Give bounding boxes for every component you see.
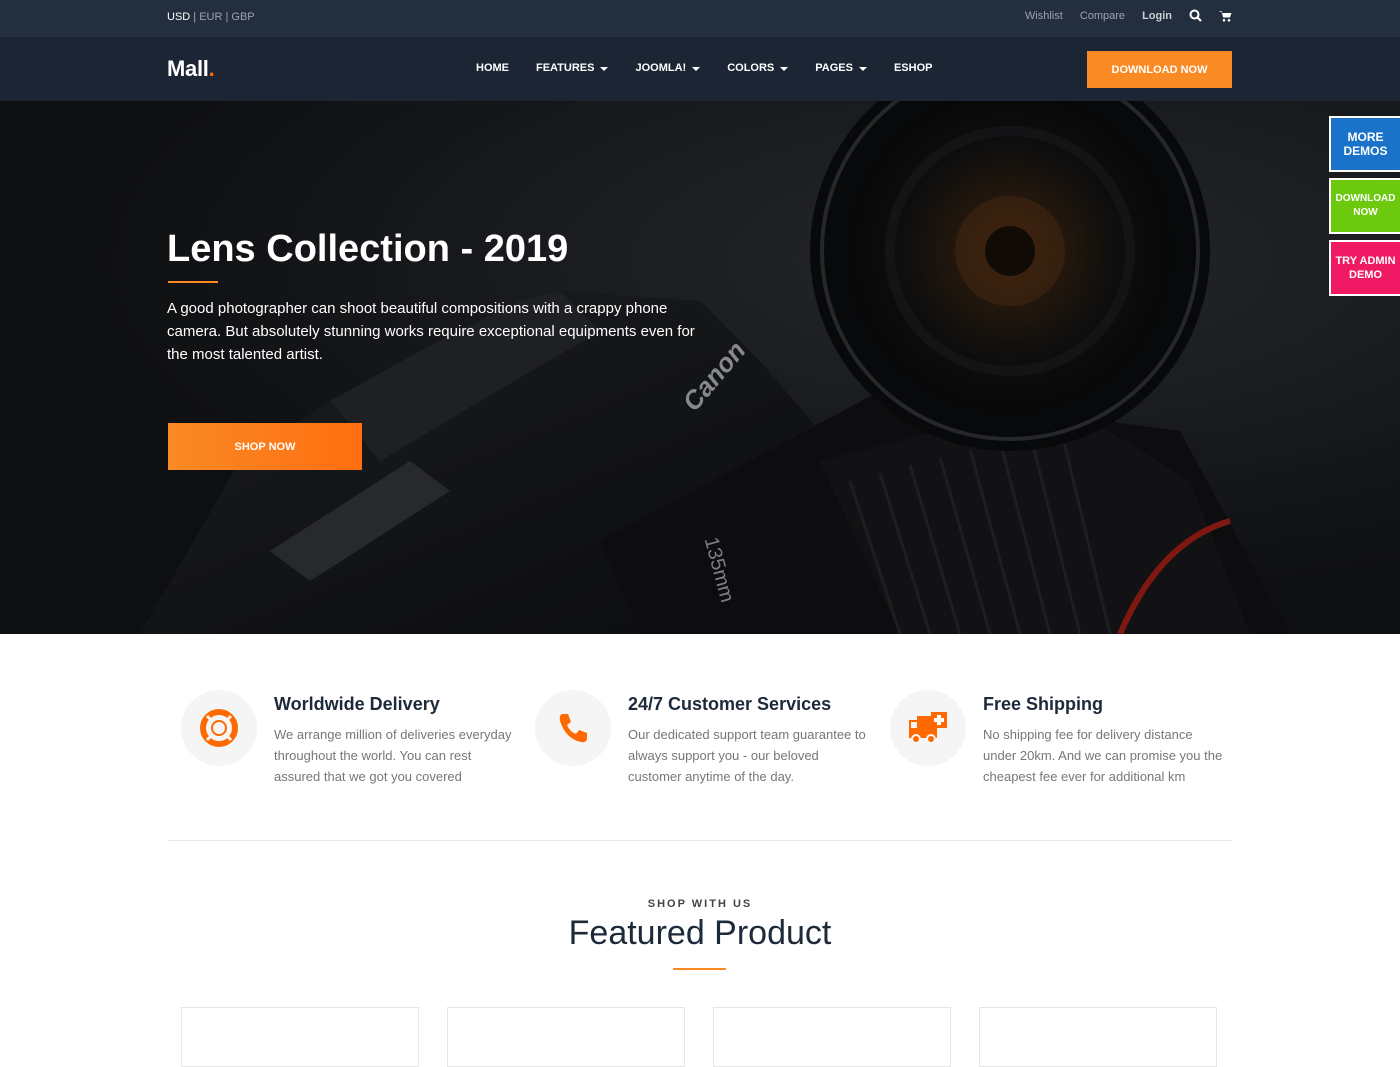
more-demos-button[interactable]: MORE DEMOS [1329, 116, 1400, 172]
cart-icon[interactable] [1219, 10, 1232, 22]
menu-item-colors[interactable]: COLORS [727, 62, 789, 74]
menu-label: FEATURES [536, 62, 595, 74]
menu-item-features[interactable]: FEATURES [536, 62, 609, 74]
chevron-down-icon [692, 66, 701, 71]
shop-now-button[interactable]: SHOP NOW [168, 423, 362, 470]
top-bar: USD | EUR | GBP Wishlist Compare Login [0, 0, 1400, 37]
side-download-now-button[interactable]: DOWNLOAD NOW [1329, 178, 1400, 234]
logo-dot: . [208, 56, 215, 81]
ambulance-truck-icon [890, 690, 966, 766]
product-card[interactable] [713, 1007, 951, 1067]
currency-switcher[interactable]: USD | EUR | GBP [167, 11, 255, 23]
login-link[interactable]: Login [1142, 10, 1172, 22]
hero-banner: Canon 135mm Lens Collection - 2019 A goo… [0, 101, 1400, 634]
download-now-button[interactable]: DOWNLOAD NOW [1087, 51, 1232, 88]
menu-item-pages[interactable]: PAGES [815, 62, 867, 74]
try-admin-demo-button[interactable]: TRY ADMIN DEMO [1329, 240, 1400, 296]
featured-subtitle: SHOP WITH US [647, 898, 753, 910]
currency-others[interactable]: | EUR | GBP [190, 11, 254, 23]
product-card[interactable] [447, 1007, 685, 1067]
logo-text: Mall [167, 56, 209, 81]
menu-item-eshop[interactable]: ESHOP [894, 62, 933, 74]
product-card[interactable] [181, 1007, 419, 1067]
section-divider [167, 840, 1232, 841]
menu-item-joomla[interactable]: JOOMLA! [635, 62, 701, 74]
feature-title: 24/7 Customer Services [628, 694, 832, 714]
wishlist-link[interactable]: Wishlist [1025, 10, 1063, 22]
product-card[interactable] [979, 1007, 1217, 1067]
menu-item-home[interactable]: HOME [476, 62, 509, 74]
top-links: Wishlist Compare Login [1025, 9, 1232, 22]
main-navbar: Mall. HOME FEATURES JOOMLA! COLORS PAGES… [0, 37, 1400, 101]
featured-title: Featured Product [568, 914, 832, 952]
hero-title-underline [168, 281, 218, 283]
compare-link[interactable]: Compare [1080, 10, 1125, 22]
hero-description: A good photographer can shoot beautiful … [167, 300, 695, 363]
feature-title: Worldwide Delivery [274, 694, 440, 714]
chevron-down-icon [858, 66, 867, 71]
feature-text: Our dedicated support team guarantee to … [628, 727, 866, 784]
menu-label: PAGES [815, 62, 853, 74]
feature-title: Free Shipping [983, 694, 1104, 714]
site-logo[interactable]: Mall. [167, 56, 215, 82]
main-menu: HOME FEATURES JOOMLA! COLORS PAGES ESHOP [476, 62, 932, 74]
chevron-down-icon [780, 66, 789, 71]
featured-title-underline [673, 968, 726, 970]
menu-label: HOME [476, 62, 509, 74]
currency-usd[interactable]: USD [167, 11, 190, 23]
feature-text: No shipping fee for delivery distance un… [983, 727, 1223, 784]
search-icon[interactable] [1189, 9, 1202, 22]
phone-icon [535, 690, 611, 766]
chevron-down-icon [600, 66, 609, 71]
hero-title: Lens Collection - 2019 [167, 228, 569, 270]
menu-label: ESHOP [893, 62, 933, 74]
menu-label: JOOMLA! [635, 62, 687, 74]
menu-label: COLORS [727, 62, 775, 74]
camera-lens-image: Canon 135mm [0, 101, 1400, 634]
feature-text: We arrange million of deliveries everyda… [274, 727, 512, 784]
lifebuoy-icon [181, 690, 257, 766]
